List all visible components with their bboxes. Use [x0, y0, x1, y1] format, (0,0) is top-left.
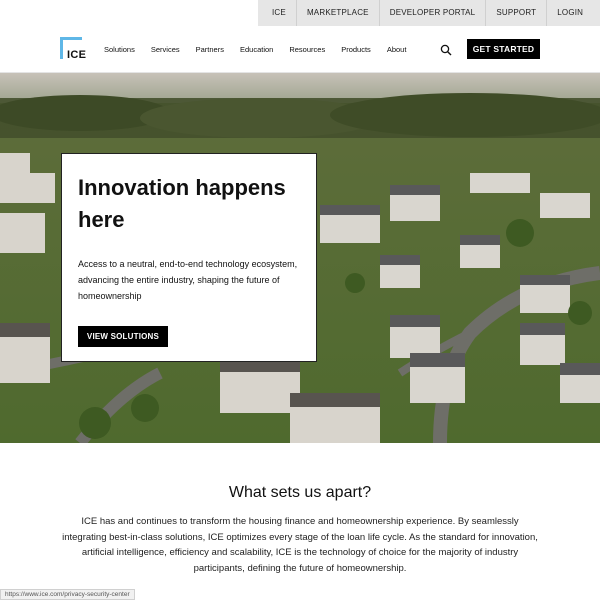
hero-card: Innovation happens here Access to a neut…	[61, 153, 317, 362]
nav-item-services[interactable]: Services	[151, 45, 180, 54]
what-sets-us-apart-section: What sets us apart? ICE has and continue…	[0, 443, 600, 600]
hero-title: Innovation happens here	[78, 175, 286, 232]
nav-item-solutions[interactable]: Solutions	[104, 45, 135, 54]
search-icon[interactable]	[440, 43, 452, 56]
section-description: ICE has and continues to transform the h…	[62, 516, 538, 574]
nav-item-education[interactable]: Education	[240, 45, 273, 54]
section-title: What sets us apart?	[228, 484, 372, 501]
hero: Innovation happens here Access to a neut…	[0, 73, 600, 443]
utility-link-support[interactable]: SUPPORT	[486, 0, 548, 26]
nav-item-partners[interactable]: Partners	[196, 45, 224, 54]
utility-link-developer-portal[interactable]: DEVELOPER PORTAL	[380, 0, 487, 26]
nav-items: Solutions Services Partners Education Re…	[104, 26, 422, 72]
nav-item-resources[interactable]: Resources	[289, 45, 325, 54]
main-nav: ICE Solutions Services Partners Educatio…	[0, 26, 600, 73]
nav-item-products[interactable]: Products	[341, 45, 371, 54]
view-solutions-button[interactable]: VIEW SOLUTIONS	[78, 326, 168, 347]
utility-link-ice[interactable]: ICE	[262, 0, 297, 26]
logo-text: ICE	[67, 49, 87, 61]
utility-link-marketplace[interactable]: MARKETPLACE	[297, 0, 380, 26]
hero-description: Access to a neutral, end-to-end technolo…	[78, 259, 298, 301]
status-bar-url: https://www.ice.com/privacy-security-cen…	[0, 589, 135, 600]
nav-item-about[interactable]: About	[387, 45, 407, 54]
utility-bar: ICE MARKETPLACE DEVELOPER PORTAL SUPPORT…	[0, 0, 600, 26]
ice-logo[interactable]: ICE	[60, 37, 88, 63]
utility-links: ICE MARKETPLACE DEVELOPER PORTAL SUPPORT…	[258, 0, 600, 26]
get-started-button[interactable]: GET STARTED	[467, 39, 540, 59]
utility-link-login[interactable]: LOGIN	[547, 0, 593, 26]
